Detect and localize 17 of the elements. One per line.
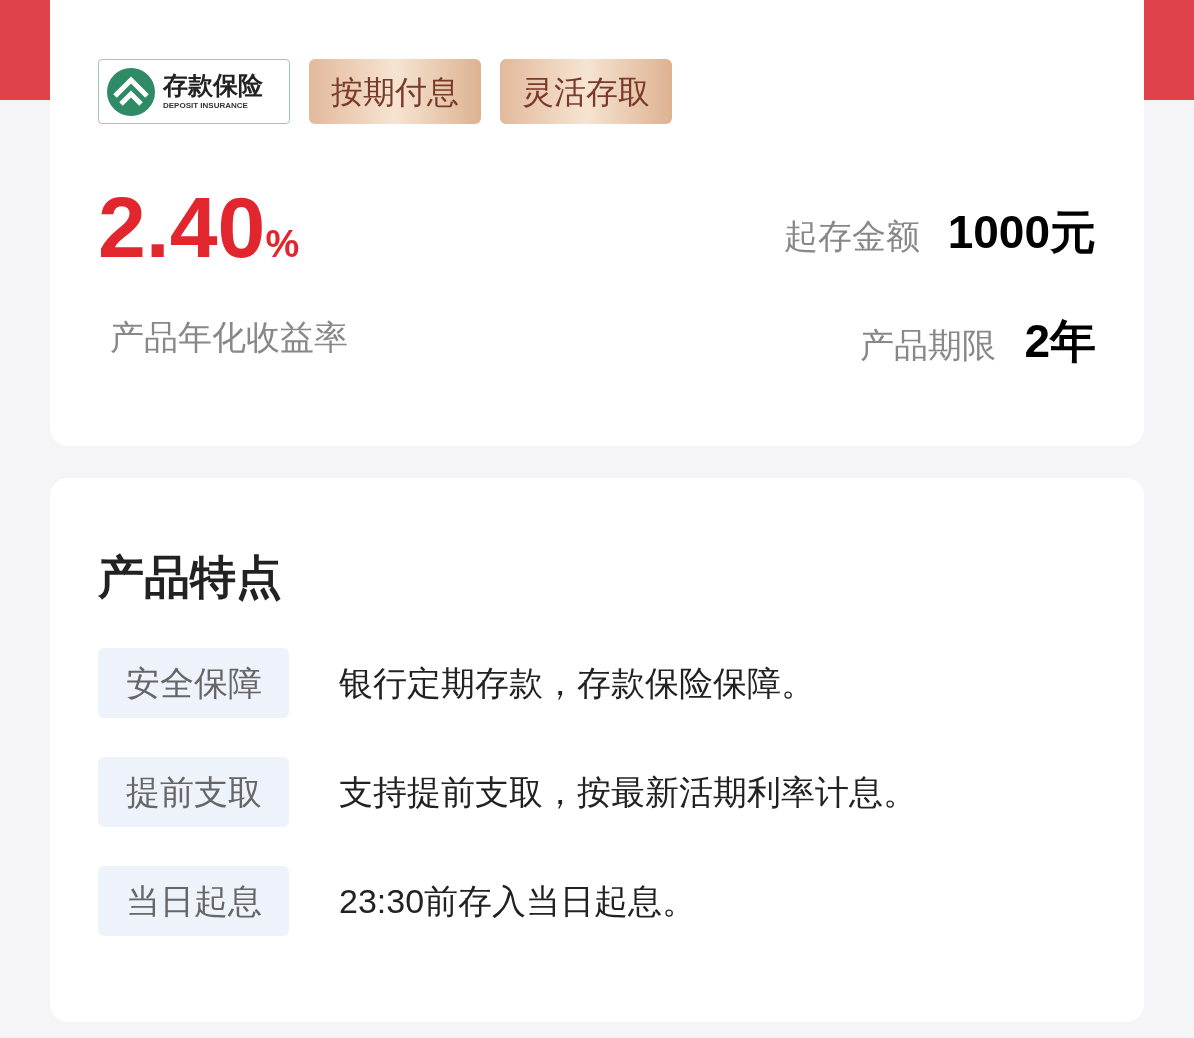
rate-label: 产品年化收益率 <box>110 317 348 358</box>
term-value: 2年 <box>1024 314 1096 369</box>
feature-description: 银行定期存款，存款保险保障。 <box>339 662 815 704</box>
feature-label: 安全保障 <box>98 648 289 718</box>
feature-description: 23:30前存入当日起息。 <box>339 880 697 922</box>
feature-description: 支持提前支取，按最新活期利率计息。 <box>339 771 917 813</box>
feature-label: 提前支取 <box>98 757 289 827</box>
badge-title: 存款保险 <box>163 73 263 98</box>
feature-tag: 按期付息 <box>309 59 481 124</box>
section-title: 产品特点 <box>98 554 283 600</box>
badge-subtitle: DEPOSIT INSURANCE <box>163 102 249 110</box>
feature-tag: 灵活存取 <box>500 59 672 124</box>
interest-rate: 2.40% <box>98 184 301 270</box>
term-label: 起存金额 <box>783 216 920 257</box>
term-value: 1000元 <box>947 205 1096 260</box>
feature-label: 当日起息 <box>98 866 289 936</box>
term-label: 产品期限 <box>860 325 997 366</box>
